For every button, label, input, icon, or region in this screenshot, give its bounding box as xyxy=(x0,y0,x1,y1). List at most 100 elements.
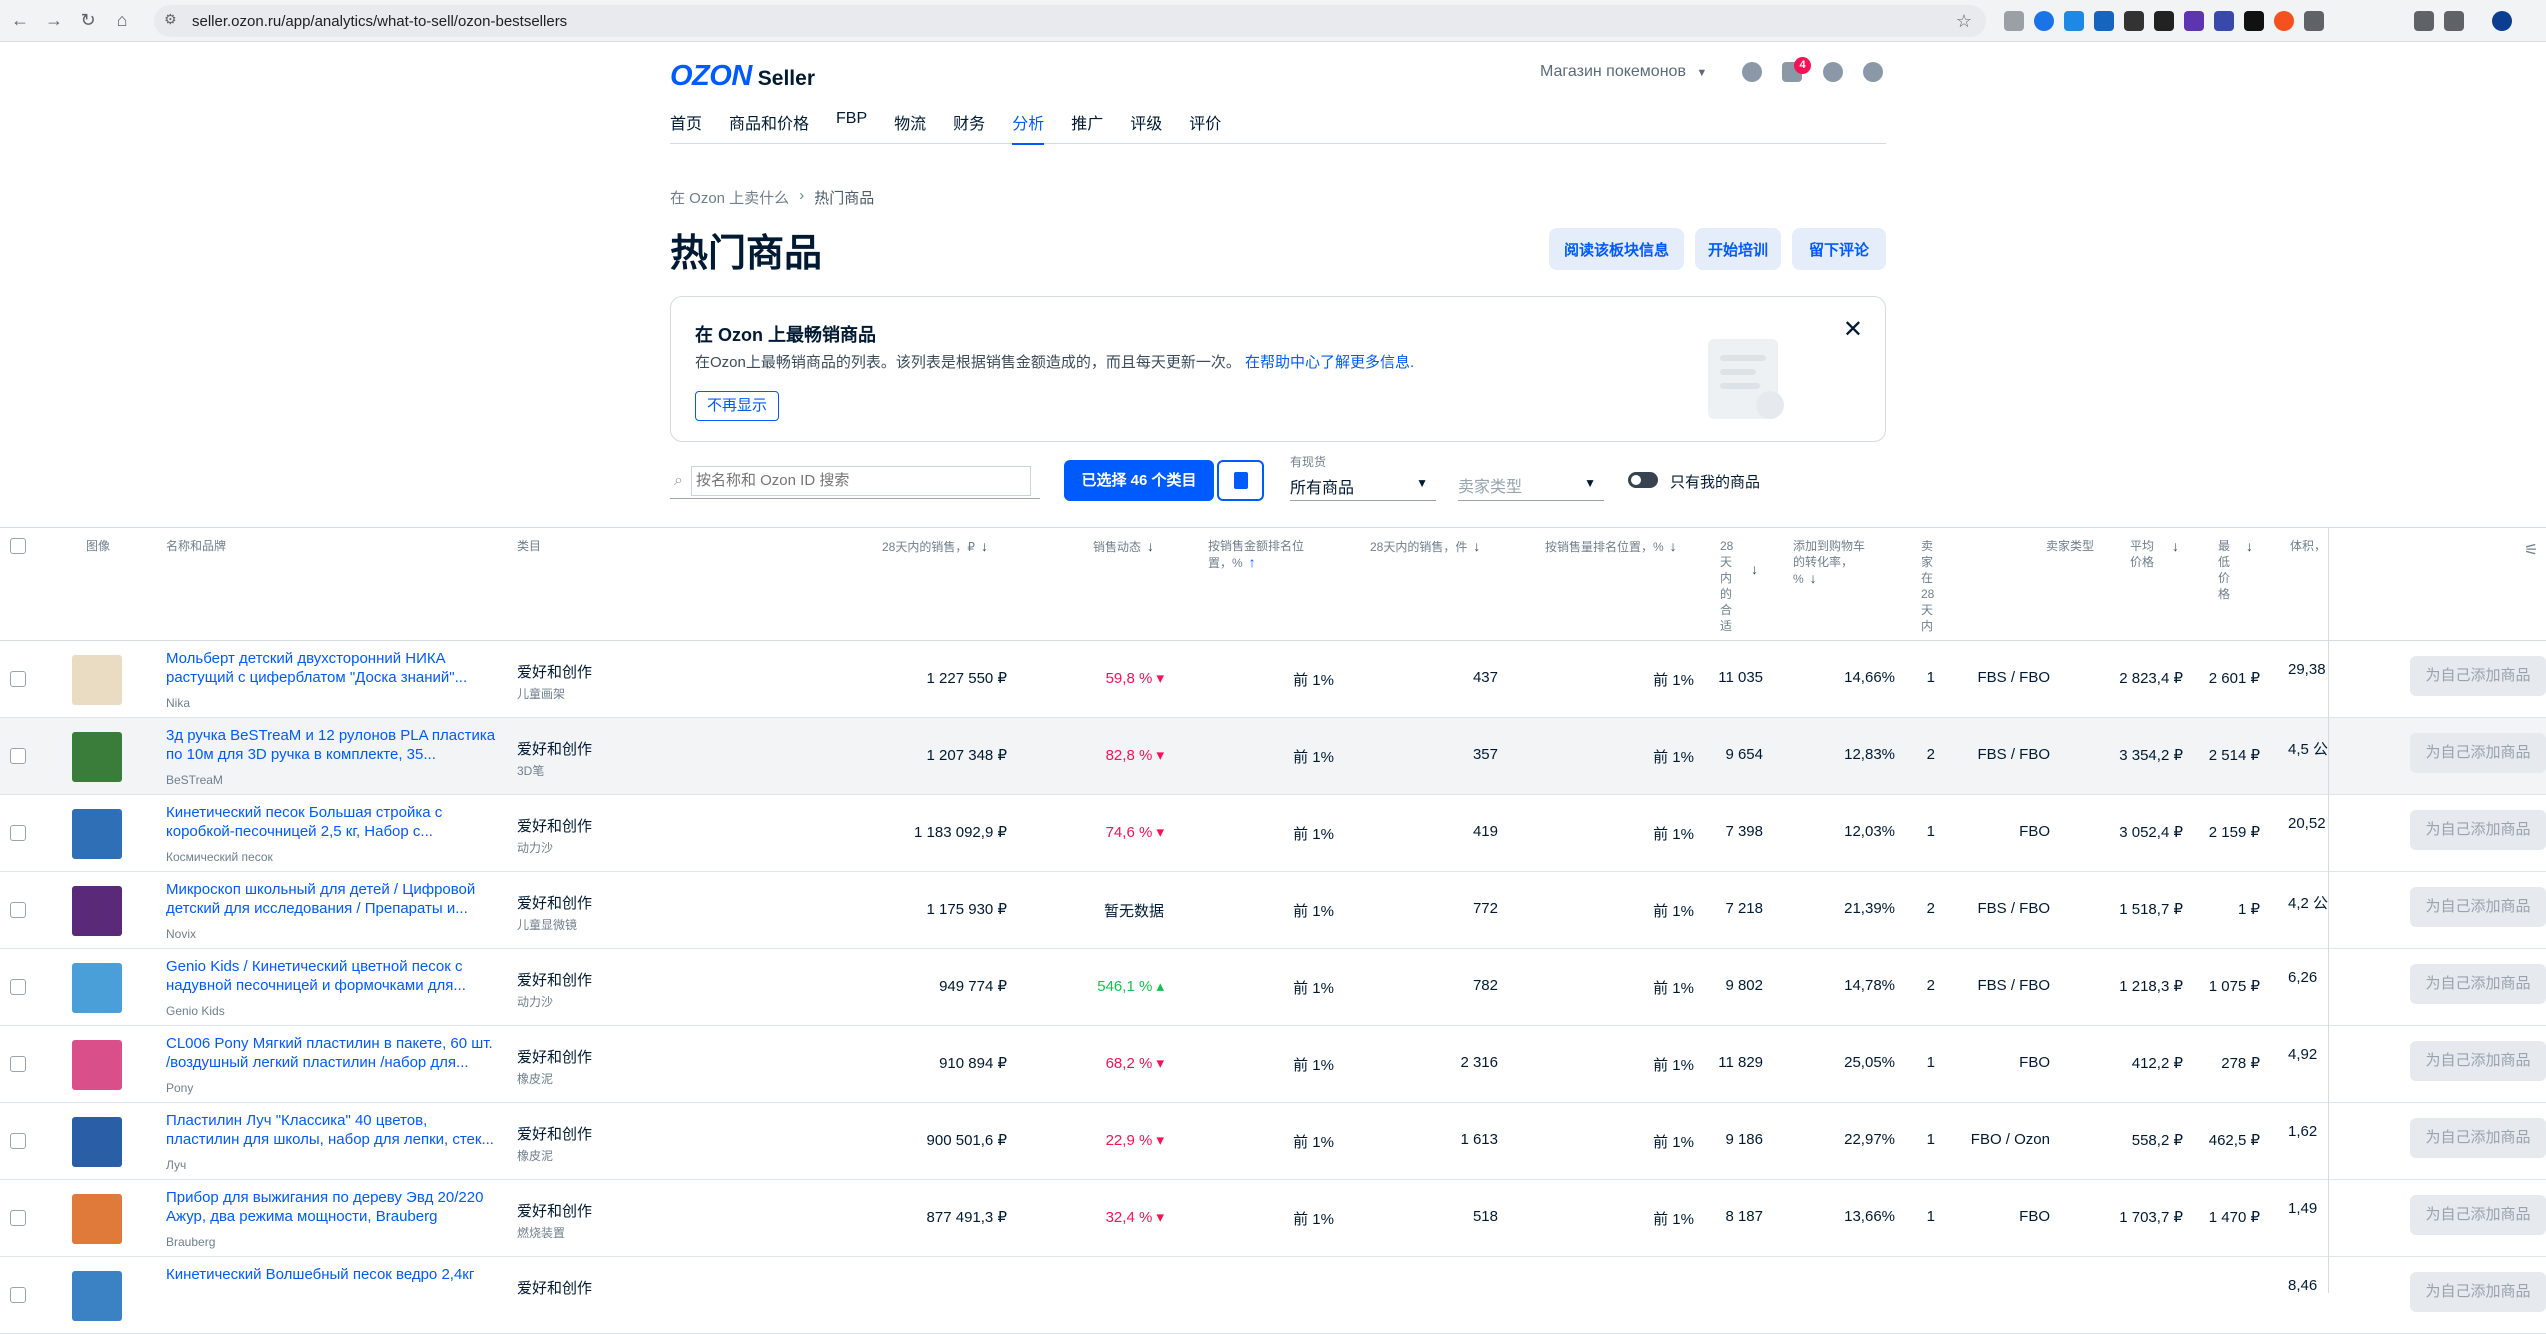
help-icon[interactable] xyxy=(1823,62,1843,82)
close-icon[interactable]: ✕ xyxy=(1843,315,1863,344)
product-name-link[interactable]: 3д ручка BeSTreaM и 12 рулонов PLA пласт… xyxy=(166,726,496,764)
table-row[interactable]: Пластилин Луч "Классика" 40 цветов, плас… xyxy=(0,1103,2546,1180)
sort-arrow-icon[interactable]: ↓ xyxy=(1745,561,1758,578)
row-checkbox[interactable] xyxy=(10,1287,26,1303)
product-name-link[interactable]: Кинетический Волшебный песок ведро 2,4кг xyxy=(166,1265,496,1284)
header-rank-qty[interactable]: 按销售量排名位置，% ↓ xyxy=(1545,538,1677,555)
nav-item[interactable]: 分析 xyxy=(1012,110,1045,145)
category-select-button[interactable]: 已选择 46 个类目 xyxy=(1064,460,1214,501)
user-icon[interactable] xyxy=(1742,62,1762,82)
add-product-button[interactable]: 为自己添加商品 xyxy=(2410,1272,2546,1312)
stock-dropdown[interactable]: 有现货 所有商品 ▼ xyxy=(1290,453,1436,501)
shop-switcher[interactable]: Магазин покемонов ▼ xyxy=(1540,63,1707,81)
table-row[interactable]: Genio Kids / Кинетический цветной песок … xyxy=(0,949,2546,1026)
row-checkbox[interactable] xyxy=(10,979,26,995)
header-rank-amount[interactable]: 按销售金额排名位置，% ↑ xyxy=(1208,538,1324,571)
table-row[interactable]: Кинетический песок Большая стройка с кор… xyxy=(0,795,2546,872)
extension-icon[interactable] xyxy=(2124,11,2144,31)
product-image[interactable] xyxy=(72,886,122,936)
header-sales[interactable]: 28天内的销售，₽ ↓ xyxy=(882,538,988,555)
column-settings-icon[interactable]: ⚟ xyxy=(2524,540,2538,560)
extension-icon[interactable] xyxy=(2214,11,2234,31)
row-checkbox[interactable] xyxy=(10,825,26,841)
reload-icon[interactable]: ↻ xyxy=(74,7,102,35)
add-product-button[interactable]: 为自己添加商品 xyxy=(2410,964,2546,1004)
sort-arrow-icon[interactable]: ↓ xyxy=(2240,538,2253,555)
ozon-seller-logo[interactable]: OZON Seller xyxy=(670,60,815,93)
profile-avatar[interactable] xyxy=(2492,11,2512,31)
header-28days[interactable]: 28天内的合适 xyxy=(1720,538,1734,634)
header-conversion[interactable]: 添加到购物车的转化率，% ↓ xyxy=(1793,538,1873,587)
clear-categories-button[interactable] xyxy=(1217,460,1264,501)
site-info-icon[interactable]: ⚙ xyxy=(164,11,184,31)
nav-item[interactable]: 评级 xyxy=(1130,110,1162,144)
product-image[interactable] xyxy=(72,1194,122,1244)
leave-review-button[interactable]: 留下评论 xyxy=(1792,228,1886,270)
product-image[interactable] xyxy=(72,809,122,859)
breadcrumb-parent[interactable]: 在 Ozon 上卖什么 xyxy=(670,187,789,208)
header-sales-qty[interactable]: 28天内的销售，件 ↓ xyxy=(1370,538,1480,555)
sort-arrow-icon[interactable]: ↓ xyxy=(2166,538,2179,555)
table-row[interactable]: Микроскоп школьный для детей / Цифровой … xyxy=(0,872,2546,949)
row-checkbox[interactable] xyxy=(10,1056,26,1072)
extensions-puzzle-icon[interactable] xyxy=(2304,11,2324,31)
add-product-button[interactable]: 为自己添加商品 xyxy=(2410,1041,2546,1081)
row-checkbox[interactable] xyxy=(10,902,26,918)
extension-icon[interactable] xyxy=(2154,11,2174,31)
seller-type-dropdown[interactable]: 卖家类型 ▼ xyxy=(1458,453,1604,501)
dont-show-again-button[interactable]: 不再显示 xyxy=(695,391,779,421)
table-row[interactable]: Кинетический Волшебный песок ведро 2,4кг… xyxy=(0,1257,2546,1334)
table-row[interactable]: 3д ручка BeSTreaM и 12 рулонов PLA пласт… xyxy=(0,718,2546,795)
extension-icon[interactable] xyxy=(2064,11,2084,31)
search-input[interactable] xyxy=(690,465,1031,496)
table-row[interactable]: Прибор для выжигания по дереву Эвд 20/22… xyxy=(0,1180,2546,1257)
add-product-button[interactable]: 为自己添加商品 xyxy=(2410,733,2546,773)
bookmark-star-icon[interactable]: ☆ xyxy=(1956,11,1972,32)
product-image[interactable] xyxy=(72,963,122,1013)
product-image[interactable] xyxy=(72,1040,122,1090)
back-icon[interactable]: ← xyxy=(6,7,34,35)
product-name-link[interactable]: Микроскоп школьный для детей / Цифровой … xyxy=(166,880,496,918)
only-my-products-toggle[interactable] xyxy=(1628,472,1658,488)
home-icon[interactable]: ⌂ xyxy=(108,7,136,35)
nav-item[interactable]: FBP xyxy=(836,110,867,144)
table-row[interactable]: CL006 Pony Мягкий пластилин в пакете, 60… xyxy=(0,1026,2546,1103)
add-product-button[interactable]: 为自己添加商品 xyxy=(2410,656,2546,696)
row-checkbox[interactable] xyxy=(10,1133,26,1149)
read-info-button[interactable]: 阅读该板块信息 xyxy=(1549,228,1684,270)
help-center-link[interactable]: 在帮助中心了解更多信息. xyxy=(1245,354,1414,371)
tab-search-icon[interactable] xyxy=(2414,11,2434,31)
product-name-link[interactable]: Кинетический песок Большая стройка с кор… xyxy=(166,803,496,841)
header-dynamics[interactable]: 销售动态 ↓ xyxy=(1093,538,1154,555)
product-name-link[interactable]: Мольберт детский двухсторонний НИКА раст… xyxy=(166,649,496,687)
row-checkbox[interactable] xyxy=(10,1210,26,1226)
product-name-link[interactable]: CL006 Pony Мягкий пластилин в пакете, 60… xyxy=(166,1034,496,1072)
add-product-button[interactable]: 为自己添加商品 xyxy=(2410,1118,2546,1158)
product-image[interactable] xyxy=(72,1117,122,1167)
address-bar[interactable]: ⚙ seller.ozon.ru/app/analytics/what-to-s… xyxy=(154,5,1986,37)
academy-icon[interactable] xyxy=(1863,62,1883,82)
add-product-button[interactable]: 为自己添加商品 xyxy=(2410,1195,2546,1235)
row-checkbox[interactable] xyxy=(10,748,26,764)
product-name-link[interactable]: Genio Kids / Кинетический цветной песок … xyxy=(166,957,496,995)
extension-icon[interactable] xyxy=(2004,11,2024,31)
nav-item[interactable]: 推广 xyxy=(1071,110,1103,144)
nav-item[interactable]: 首页 xyxy=(670,110,702,144)
forward-icon[interactable]: → xyxy=(40,7,68,35)
start-training-button[interactable]: 开始培训 xyxy=(1695,228,1781,270)
add-product-button[interactable]: 为自己添加商品 xyxy=(2410,810,2546,850)
header-min-price[interactable]: 最低价格 xyxy=(2218,538,2232,602)
select-all-checkbox[interactable] xyxy=(10,538,26,554)
add-product-button[interactable]: 为自己添加商品 xyxy=(2410,887,2546,927)
product-image[interactable] xyxy=(72,1271,122,1321)
extension-icon[interactable] xyxy=(2184,11,2204,31)
nav-item[interactable]: 商品和价格 xyxy=(729,110,809,144)
extension-icon[interactable] xyxy=(2034,11,2054,31)
table-row[interactable]: Мольберт детский двухсторонний НИКА раст… xyxy=(0,641,2546,718)
product-name-link[interactable]: Прибор для выжигания по дереву Эвд 20/22… xyxy=(166,1188,496,1226)
extension-icon[interactable] xyxy=(2274,11,2294,31)
nav-item[interactable]: 评价 xyxy=(1189,110,1221,144)
product-image[interactable] xyxy=(72,732,122,782)
extension-icon[interactable] xyxy=(2094,11,2114,31)
product-name-link[interactable]: Пластилин Луч "Классика" 40 цветов, плас… xyxy=(166,1111,496,1149)
